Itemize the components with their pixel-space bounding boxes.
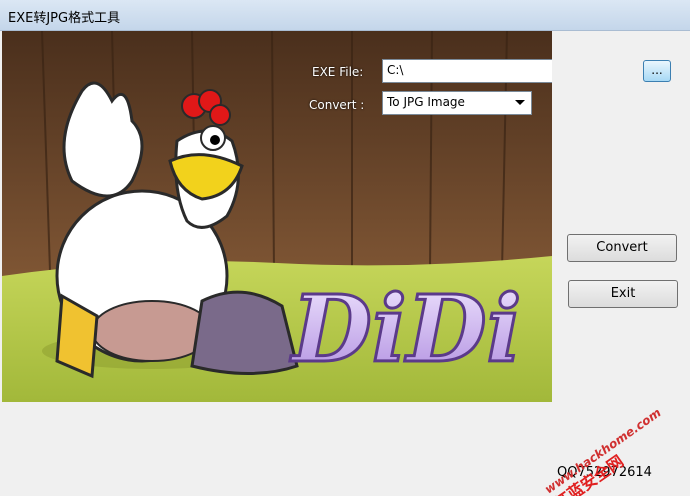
client-area: DiDi EXE File: C:\ Convert : To JPG Imag… bbox=[2, 31, 690, 496]
chevron-down-icon bbox=[515, 100, 525, 105]
exe-file-label: EXE File: bbox=[312, 65, 364, 79]
watermark-site-text: www.hackhome.com bbox=[542, 405, 664, 496]
convert-type-selected: To JPG Image bbox=[387, 95, 465, 109]
browse-button[interactable]: ... bbox=[643, 60, 671, 82]
watermark: www.hackhome.com 红蓝安全网 bbox=[541, 386, 690, 496]
window-title: EXE转JPG格式工具 bbox=[8, 11, 121, 26]
banner-image: DiDi EXE File: C:\ Convert : To JPG Imag… bbox=[2, 31, 552, 402]
app-window: EXE转JPG格式工具 DiDi EXE File: C:\ Convert:… bbox=[0, 0, 690, 496]
title-bar[interactable]: EXE转JPG格式工具 bbox=[0, 0, 690, 31]
didi-logo: DiDi bbox=[289, 275, 521, 383]
convert-type-select[interactable]: To JPG Image bbox=[382, 91, 532, 115]
cartoon-chicken-illustration: DiDi bbox=[2, 31, 552, 402]
convert-type-label: Convert : bbox=[309, 98, 365, 112]
convert-button[interactable]: Convert bbox=[567, 234, 677, 262]
exit-button[interactable]: Exit bbox=[568, 280, 678, 308]
exe-file-input[interactable]: C:\ bbox=[382, 59, 552, 83]
